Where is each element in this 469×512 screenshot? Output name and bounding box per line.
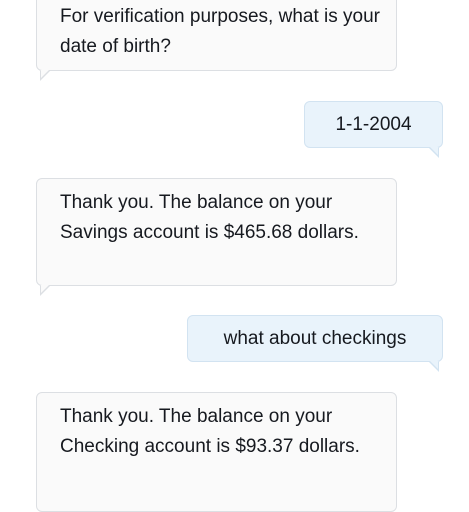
user-message: what about checkings bbox=[187, 315, 443, 362]
user-message-tail bbox=[429, 361, 439, 372]
bot-message-text: Thank you. The balance on your Checking … bbox=[60, 406, 360, 457]
user-message: 1-1-2004 bbox=[304, 101, 443, 148]
bot-message-tail bbox=[40, 70, 50, 81]
bot-message: For verification purposes, what is your … bbox=[36, 0, 397, 71]
user-message-tail bbox=[429, 147, 439, 158]
user-message-text: 1-1-2004 bbox=[335, 114, 412, 135]
chat-transcript: For verification purposes, what is your … bbox=[0, 0, 469, 512]
bot-message-text: Thank you. The balance on your Savings a… bbox=[60, 192, 359, 243]
bot-message-tail bbox=[40, 285, 50, 296]
user-message-text: what about checkings bbox=[223, 328, 407, 349]
bot-message: Thank you. The balance on your Savings a… bbox=[36, 178, 397, 286]
bot-message: Thank you. The balance on your Checking … bbox=[36, 392, 397, 512]
bot-message-text: For verification purposes, what is your … bbox=[60, 6, 380, 57]
